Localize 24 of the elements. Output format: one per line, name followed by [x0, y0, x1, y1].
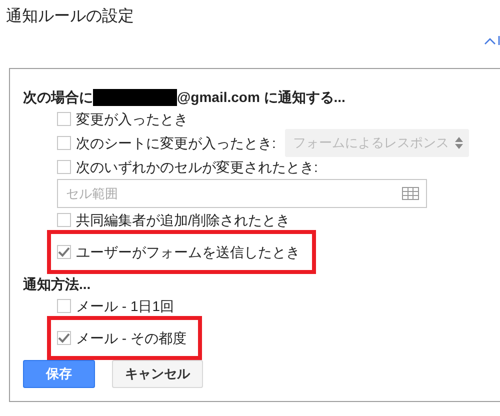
cancel-button[interactable]: キャンセル [112, 360, 203, 388]
heading-text: 次の場合に [23, 88, 93, 106]
checkbox[interactable] [57, 299, 71, 313]
checkbox[interactable] [57, 213, 71, 227]
dialog-title: 通知ルールの設定 [5, 6, 135, 27]
checkbox[interactable] [57, 160, 71, 174]
method-heading: 通知方法... [23, 274, 92, 294]
cell-range-field[interactable]: セル範囲 [57, 179, 427, 208]
checkbox[interactable] [57, 136, 71, 150]
checkbox-label: 共同編集者が追加/削除されたとき [76, 210, 290, 230]
checkbox[interactable] [57, 112, 71, 126]
checkbox-label: メール - 1日1回 [76, 296, 174, 316]
checkbox-label: ユーザーがフォームを送信したとき [76, 242, 300, 262]
grid-icon[interactable] [402, 187, 419, 200]
checkbox-label: 変更が入ったとき [76, 110, 188, 128]
sort-arrows-icon [454, 137, 463, 149]
checkbox[interactable] [57, 331, 71, 345]
save-button[interactable]: 保存 [23, 360, 95, 388]
checkbox-label: 次のいずれかのセルが変更されたとき: [76, 158, 318, 177]
checkbox-label: メール - その都度 [76, 328, 186, 348]
checkbox-label: 次のシートに変更が入ったとき: [76, 134, 276, 152]
collapse-icon[interactable] [484, 36, 500, 46]
heading-text: @gmail.com に通知する... [177, 88, 346, 107]
checkbox[interactable] [57, 245, 71, 259]
